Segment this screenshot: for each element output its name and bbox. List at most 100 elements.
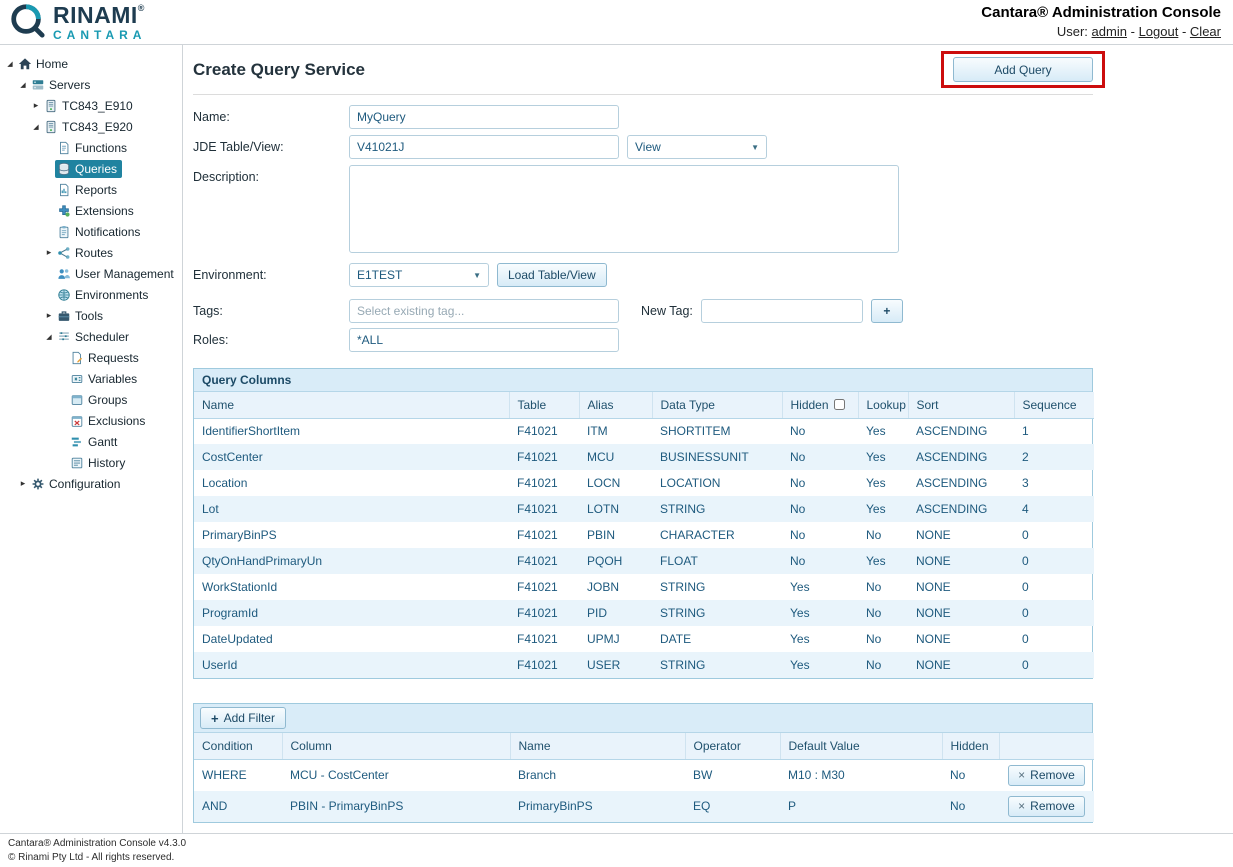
query-column-cell: No [858, 652, 908, 678]
description-label: Description: [193, 165, 349, 184]
tree-collapse-arrow-icon[interactable]: ◢ [17, 81, 29, 89]
columns-header-data-type[interactable]: Data Type [652, 392, 782, 418]
tree-expand-arrow-icon[interactable]: ▸ [17, 478, 29, 489]
add-filter-label: Add Filter [224, 711, 275, 725]
query-column-row[interactable]: LotF41021LOTNSTRINGNoYesASCENDING4 [194, 496, 1094, 522]
tree-label: User Management [75, 267, 174, 281]
sidebar-item-tc843-e920[interactable]: ◢TC843_E920 [0, 116, 182, 137]
columns-header-sort[interactable]: Sort [908, 392, 1014, 418]
sidebar-item-functions[interactable]: Functions [0, 137, 182, 158]
sidebar-item-user-management[interactable]: User Management [0, 263, 182, 284]
query-column-row[interactable]: WorkStationIdF41021JOBNSTRINGYesNoNONE0 [194, 574, 1094, 600]
add-filter-button[interactable]: + Add Filter [200, 707, 286, 729]
filters-panel: + Add Filter ConditionColumnNameOperator… [193, 703, 1093, 823]
tree-collapse-arrow-icon[interactable]: ◢ [30, 123, 42, 131]
tree-expand-arrow-icon[interactable]: ▸ [43, 247, 55, 258]
add-tag-button[interactable]: + [871, 299, 903, 323]
add-query-button[interactable]: Add Query [953, 57, 1093, 82]
sidebar-item-groups[interactable]: Groups [0, 389, 182, 410]
name-input[interactable] [349, 105, 619, 129]
tree-expand-arrow-icon[interactable]: ▸ [43, 310, 55, 321]
query-column-row[interactable]: CostCenterF41021MCUBUSINESSUNITNoYesASCE… [194, 444, 1094, 470]
header-label: Default Value [789, 739, 860, 753]
sidebar-item-history[interactable]: History [0, 452, 182, 473]
remove-filter-button[interactable]: ×Remove [1008, 796, 1085, 817]
environment-select[interactable]: E1TEST ▼ [349, 263, 489, 287]
tree-collapse-arrow-icon[interactable]: ◢ [43, 333, 55, 341]
query-column-cell: 0 [1014, 652, 1094, 678]
sidebar-item-scheduler[interactable]: ◢Scheduler [0, 326, 182, 347]
remove-filter-button[interactable]: ×Remove [1008, 765, 1085, 786]
query-column-cell: PQOH [579, 548, 652, 574]
query-column-row[interactable]: LocationF41021LOCNLOCATIONNoYesASCENDING… [194, 470, 1094, 496]
query-column-cell: ASCENDING [908, 418, 1014, 444]
filters-header-default-value[interactable]: Default Value [780, 733, 942, 759]
tree-node-extensions: Extensions [55, 202, 139, 220]
sidebar-item-routes[interactable]: ▸Routes [0, 242, 182, 263]
query-column-row[interactable]: QtyOnHandPrimaryUnF41021PQOHFLOATNoYesNO… [194, 548, 1094, 574]
variables-icon [70, 372, 84, 386]
sidebar-item-configuration[interactable]: ▸Configuration [0, 473, 182, 494]
tree-label: Functions [75, 141, 127, 155]
columns-header-alias[interactable]: Alias [579, 392, 652, 418]
sidebar-item-requests[interactable]: Requests [0, 347, 182, 368]
header-label: Alias [588, 398, 614, 412]
filter-row[interactable]: WHEREMCU - CostCenterBranchBWM10 : M30No… [194, 759, 1094, 791]
filters-header-name[interactable]: Name [510, 733, 685, 759]
plus-icon: + [211, 711, 219, 726]
sidebar-item-notifications[interactable]: Notifications [0, 221, 182, 242]
description-textarea[interactable] [349, 165, 899, 253]
query-column-row[interactable]: ProgramIdF41021PIDSTRINGYesNoNONE0 [194, 600, 1094, 626]
query-column-row[interactable]: UserIdF41021USERSTRINGYesNoNONE0 [194, 652, 1094, 678]
sidebar-item-tc843-e910[interactable]: ▸TC843_E910 [0, 95, 182, 116]
jde-table-input[interactable] [349, 135, 619, 159]
query-column-row[interactable]: DateUpdatedF41021UPMJDATEYesNoNONE0 [194, 626, 1094, 652]
new-tag-input[interactable] [701, 299, 863, 323]
sidebar-nav-tree: ◢Home◢Servers▸TC843_E910◢TC843_E920Funct… [0, 45, 183, 833]
sidebar-item-variables[interactable]: Variables [0, 368, 182, 389]
clear-link[interactable]: Clear [1190, 24, 1221, 39]
table-type-select[interactable]: View ▼ [627, 135, 767, 159]
query-column-row[interactable]: PrimaryBinPSF41021PBINCHARACTERNoNoNONE0 [194, 522, 1094, 548]
load-table-view-button[interactable]: Load Table/View [497, 263, 607, 287]
columns-header-sequence[interactable]: Sequence [1014, 392, 1094, 418]
query-column-cell: STRING [652, 600, 782, 626]
filter-cell: WHERE [194, 759, 282, 791]
roles-input[interactable] [349, 328, 619, 352]
sidebar-item-extensions[interactable]: Extensions [0, 200, 182, 221]
main-content: Create Query Service Add Query Name: JDE… [183, 45, 1233, 833]
filters-header-column[interactable]: Column [282, 733, 510, 759]
sidebar-item-gantt[interactable]: Gantt [0, 431, 182, 452]
filters-header-operator[interactable]: Operator [685, 733, 780, 759]
user-link[interactable]: admin [1092, 24, 1127, 39]
filters-header-hidden[interactable]: Hidden [942, 733, 999, 759]
sidebar-item-servers[interactable]: ◢Servers [0, 74, 182, 95]
page-header: Create Query Service Add Query [193, 51, 1093, 95]
tree-collapse-arrow-icon[interactable]: ◢ [4, 60, 16, 68]
columns-header-lookup[interactable]: Lookup [858, 392, 908, 418]
requests-icon [70, 351, 84, 365]
sidebar-item-environments[interactable]: Environments [0, 284, 182, 305]
tree-expand-arrow-icon[interactable]: ▸ [30, 100, 42, 111]
tags-input[interactable] [349, 299, 619, 323]
logout-link[interactable]: Logout [1139, 24, 1179, 39]
sidebar-item-tools[interactable]: ▸Tools [0, 305, 182, 326]
filter-row[interactable]: ANDPBIN - PrimaryBinPSPrimaryBinPSEQPNo×… [194, 791, 1094, 822]
sidebar-item-exclusions[interactable]: Exclusions [0, 410, 182, 431]
query-column-cell: F41021 [509, 652, 579, 678]
columns-header-table[interactable]: Table [509, 392, 579, 418]
tree-node-servers: Servers [29, 76, 95, 94]
query-columns-table: NameTableAliasData TypeHiddenLookupSortS… [194, 392, 1094, 678]
sidebar-item-home[interactable]: ◢Home [0, 53, 182, 74]
filter-cell: M10 : M30 [780, 759, 942, 791]
query-column-cell: F41021 [509, 496, 579, 522]
columns-header-name[interactable]: Name [194, 392, 509, 418]
sidebar-item-queries[interactable]: Queries [0, 158, 182, 179]
columns-header-hidden[interactable]: Hidden [782, 392, 858, 418]
query-column-row[interactable]: IdentifierShortItemF41021ITMSHORTITEMNoY… [194, 418, 1094, 444]
sidebar-item-reports[interactable]: Reports [0, 179, 182, 200]
hidden-all-checkbox[interactable] [834, 399, 845, 410]
filters-header-condition[interactable]: Condition [194, 733, 282, 759]
rinami-logo-icon [8, 1, 46, 44]
query-columns-panel-title: Query Columns [194, 369, 1092, 392]
